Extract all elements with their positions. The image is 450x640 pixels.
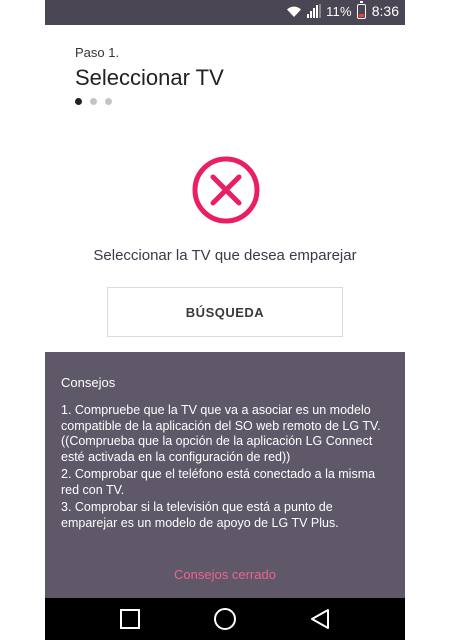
close-tips-button[interactable]: Consejos cerrado xyxy=(45,567,405,582)
tips-title: Consejos xyxy=(61,375,116,390)
tips-list[interactable]: 1. Compruebe que la TV que va a asociar … xyxy=(61,403,391,551)
navigation-bar xyxy=(45,598,405,640)
instruction-text: Seleccionar la TV que desea emparejar xyxy=(93,247,357,264)
step-label: Paso 1. xyxy=(75,45,120,60)
battery-icon xyxy=(356,0,366,19)
tip-item: 2. Comprobar que el teléfono está conect… xyxy=(61,467,376,497)
signal-icon xyxy=(307,4,322,18)
clock: 8:36 xyxy=(371,3,399,19)
tips-fade xyxy=(61,539,391,551)
back-icon[interactable] xyxy=(308,607,332,631)
step-dot-1 xyxy=(75,98,82,105)
battery-percent: 11% xyxy=(326,3,352,19)
error-icon xyxy=(192,156,260,224)
step-indicator xyxy=(75,98,112,105)
status-bar: 11% 8:36 xyxy=(45,0,405,25)
page-title: Seleccionar TV xyxy=(75,65,224,90)
step-dot-2 xyxy=(90,98,97,105)
search-button[interactable]: BÚSQUEDA xyxy=(107,287,343,337)
tip-item: 1. Compruebe que la TV que va a asociar … xyxy=(61,403,381,464)
home-icon[interactable] xyxy=(213,607,237,631)
recent-apps-icon[interactable] xyxy=(118,607,142,631)
phone-screen: 11% 8:36 Paso 1. Seleccionar TV Seleccio… xyxy=(45,0,405,640)
tip-item: 3. Comprobar si la televisión que está a… xyxy=(61,500,339,530)
wifi-icon xyxy=(287,6,302,17)
step-dot-3 xyxy=(105,98,112,105)
status-indicators: 11% 8:36 xyxy=(286,0,399,19)
tips-panel: Consejos 1. Compruebe que la TV que va a… xyxy=(45,352,405,598)
